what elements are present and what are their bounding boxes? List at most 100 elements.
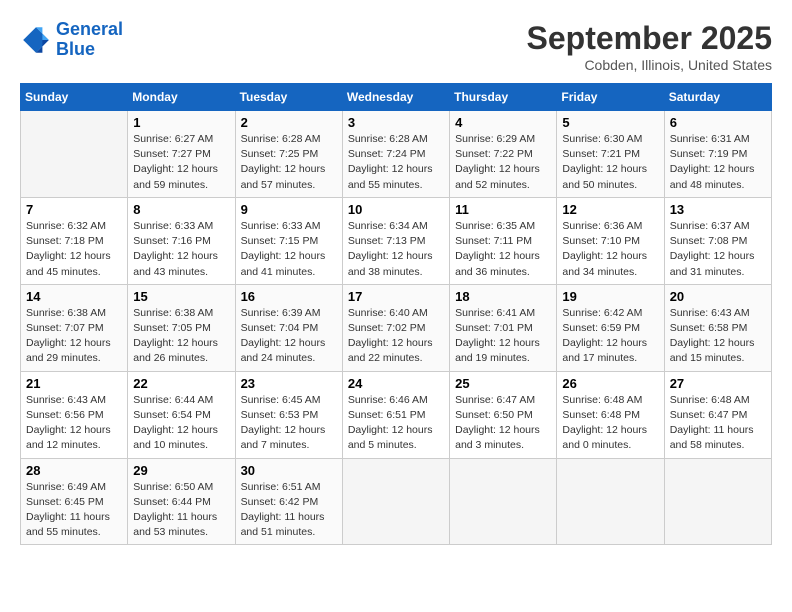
day-number: 10 [348,202,444,217]
day-info: Sunrise: 6:38 AM Sunset: 7:05 PM Dayligh… [133,306,229,367]
day-info: Sunrise: 6:27 AM Sunset: 7:27 PM Dayligh… [133,132,229,193]
calendar-cell: 9 Sunrise: 6:33 AM Sunset: 7:15 PM Daylig… [235,197,342,284]
calendar-cell: 29 Sunrise: 6:50 AM Sunset: 6:44 PM Dayli… [128,458,235,545]
calendar-cell [557,458,664,545]
calendar-week-row: 21 Sunrise: 6:43 AM Sunset: 6:56 PM Dayli… [21,371,772,458]
page-header: General Blue September 2025 Cobden, Illi… [20,20,772,73]
day-info: Sunrise: 6:44 AM Sunset: 6:54 PM Dayligh… [133,393,229,454]
day-info: Sunrise: 6:33 AM Sunset: 7:16 PM Dayligh… [133,219,229,280]
day-info: Sunrise: 6:28 AM Sunset: 7:25 PM Dayligh… [241,132,337,193]
day-info: Sunrise: 6:42 AM Sunset: 6:59 PM Dayligh… [562,306,658,367]
calendar-week-row: 1 Sunrise: 6:27 AM Sunset: 7:27 PM Daylig… [21,111,772,198]
day-info: Sunrise: 6:35 AM Sunset: 7:11 PM Dayligh… [455,219,551,280]
logo-icon [20,24,52,56]
day-of-week-header: Thursday [450,84,557,111]
calendar-cell: 28Sunrise: 6:49 AM Sunset: 6:45 PM Dayli… [21,458,128,545]
calendar-week-row: 7 Sunrise: 6:32 AM Sunset: 7:18 PM Daylig… [21,197,772,284]
calendar-week-row: 28Sunrise: 6:49 AM Sunset: 6:45 PM Dayli… [21,458,772,545]
day-number: 15 [133,289,229,304]
day-number: 4 [455,115,551,130]
day-number: 13 [670,202,766,217]
day-of-week-header: Tuesday [235,84,342,111]
calendar-cell [450,458,557,545]
day-number: 9 [241,202,337,217]
day-info: Sunrise: 6:39 AM Sunset: 7:04 PM Dayligh… [241,306,337,367]
day-number: 1 [133,115,229,130]
day-number: 20 [670,289,766,304]
day-number: 2 [241,115,337,130]
day-number: 28 [26,463,122,478]
day-number: 18 [455,289,551,304]
day-info: Sunrise: 6:45 AM Sunset: 6:53 PM Dayligh… [241,393,337,454]
calendar-cell: 2 Sunrise: 6:28 AM Sunset: 7:25 PM Daylig… [235,111,342,198]
calendar-cell: 19 Sunrise: 6:42 AM Sunset: 6:59 PM Dayli… [557,284,664,371]
day-number: 8 [133,202,229,217]
calendar-cell: 1 Sunrise: 6:27 AM Sunset: 7:27 PM Daylig… [128,111,235,198]
day-info: Sunrise: 6:32 AM Sunset: 7:18 PM Dayligh… [26,219,122,280]
days-of-week-row: SundayMondayTuesdayWednesdayThursdayFrid… [21,84,772,111]
day-info: Sunrise: 6:37 AM Sunset: 7:08 PM Dayligh… [670,219,766,280]
calendar-cell: 30 Sunrise: 6:51 AM Sunset: 6:42 PM Dayli… [235,458,342,545]
day-number: 5 [562,115,658,130]
day-number: 16 [241,289,337,304]
calendar-cell: 11 Sunrise: 6:35 AM Sunset: 7:11 PM Dayli… [450,197,557,284]
calendar-cell: 8 Sunrise: 6:33 AM Sunset: 7:16 PM Daylig… [128,197,235,284]
day-info: Sunrise: 6:29 AM Sunset: 7:22 PM Dayligh… [455,132,551,193]
calendar-cell: 10Sunrise: 6:34 AM Sunset: 7:13 PM Dayli… [342,197,449,284]
logo-line2: Blue [56,39,95,59]
day-number: 11 [455,202,551,217]
day-of-week-header: Friday [557,84,664,111]
calendar-cell: 15 Sunrise: 6:38 AM Sunset: 7:05 PM Dayli… [128,284,235,371]
day-number: 30 [241,463,337,478]
logo-line1: General [56,19,123,39]
day-info: Sunrise: 6:51 AM Sunset: 6:42 PM Dayligh… [241,480,337,541]
calendar-cell [342,458,449,545]
calendar-cell: 26Sunrise: 6:48 AM Sunset: 6:48 PM Dayli… [557,371,664,458]
calendar-cell [21,111,128,198]
calendar-cell: 18Sunrise: 6:41 AM Sunset: 7:01 PM Dayli… [450,284,557,371]
day-info: Sunrise: 6:43 AM Sunset: 6:58 PM Dayligh… [670,306,766,367]
day-number: 21 [26,376,122,391]
day-number: 27 [670,376,766,391]
day-info: Sunrise: 6:33 AM Sunset: 7:15 PM Dayligh… [241,219,337,280]
day-number: 23 [241,376,337,391]
logo: General Blue [20,20,123,60]
calendar-cell: 16 Sunrise: 6:39 AM Sunset: 7:04 PM Dayli… [235,284,342,371]
day-number: 14 [26,289,122,304]
day-number: 29 [133,463,229,478]
calendar-cell: 4 Sunrise: 6:29 AM Sunset: 7:22 PM Daylig… [450,111,557,198]
calendar-cell: 3Sunrise: 6:28 AM Sunset: 7:24 PM Daylig… [342,111,449,198]
day-info: Sunrise: 6:36 AM Sunset: 7:10 PM Dayligh… [562,219,658,280]
calendar-week-row: 14 Sunrise: 6:38 AM Sunset: 7:07 PM Dayli… [21,284,772,371]
location-subtitle: Cobden, Illinois, United States [527,57,772,73]
day-of-week-header: Wednesday [342,84,449,111]
day-info: Sunrise: 6:38 AM Sunset: 7:07 PM Dayligh… [26,306,122,367]
calendar-cell: 12 Sunrise: 6:36 AM Sunset: 7:10 PM Dayli… [557,197,664,284]
day-info: Sunrise: 6:50 AM Sunset: 6:44 PM Dayligh… [133,480,229,541]
calendar-cell: 7 Sunrise: 6:32 AM Sunset: 7:18 PM Daylig… [21,197,128,284]
calendar-cell: 21 Sunrise: 6:43 AM Sunset: 6:56 PM Dayli… [21,371,128,458]
calendar-cell: 6Sunrise: 6:31 AM Sunset: 7:19 PM Daylig… [664,111,771,198]
day-info: Sunrise: 6:47 AM Sunset: 6:50 PM Dayligh… [455,393,551,454]
day-number: 12 [562,202,658,217]
calendar-cell: 20 Sunrise: 6:43 AM Sunset: 6:58 PM Dayli… [664,284,771,371]
day-number: 6 [670,115,766,130]
day-number: 26 [562,376,658,391]
calendar-body: 1 Sunrise: 6:27 AM Sunset: 7:27 PM Daylig… [21,111,772,545]
day-info: Sunrise: 6:46 AM Sunset: 6:51 PM Dayligh… [348,393,444,454]
day-number: 17 [348,289,444,304]
calendar-table: SundayMondayTuesdayWednesdayThursdayFrid… [20,83,772,545]
calendar-cell: 5 Sunrise: 6:30 AM Sunset: 7:21 PM Daylig… [557,111,664,198]
day-number: 22 [133,376,229,391]
day-info: Sunrise: 6:43 AM Sunset: 6:56 PM Dayligh… [26,393,122,454]
day-of-week-header: Monday [128,84,235,111]
calendar-cell: 27 Sunrise: 6:48 AM Sunset: 6:47 PM Dayli… [664,371,771,458]
day-number: 7 [26,202,122,217]
calendar-cell: 13 Sunrise: 6:37 AM Sunset: 7:08 PM Dayli… [664,197,771,284]
day-info: Sunrise: 6:48 AM Sunset: 6:47 PM Dayligh… [670,393,766,454]
day-info: Sunrise: 6:30 AM Sunset: 7:21 PM Dayligh… [562,132,658,193]
calendar-cell: 24Sunrise: 6:46 AM Sunset: 6:51 PM Dayli… [342,371,449,458]
calendar-cell: 14 Sunrise: 6:38 AM Sunset: 7:07 PM Dayli… [21,284,128,371]
day-number: 19 [562,289,658,304]
calendar-cell: 22 Sunrise: 6:44 AM Sunset: 6:54 PM Dayli… [128,371,235,458]
